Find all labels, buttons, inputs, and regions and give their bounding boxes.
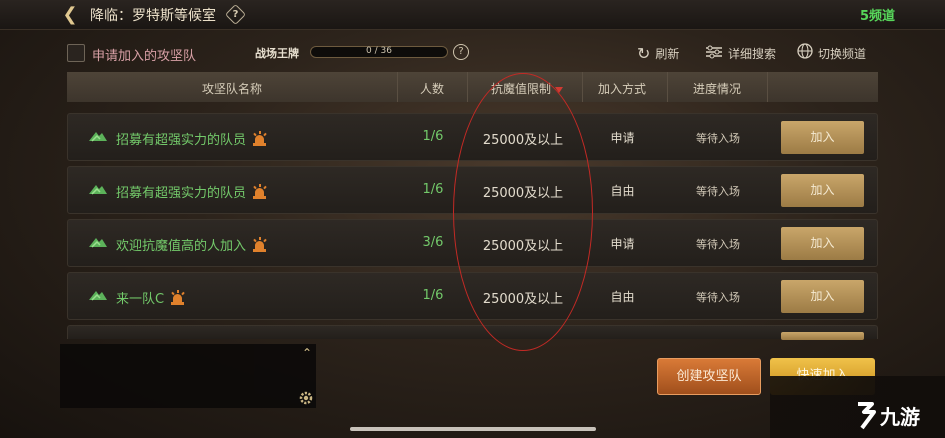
team-emblem-icon xyxy=(89,132,107,142)
globe-icon xyxy=(797,43,813,63)
team-name-text: 招募有超强实力的队员 xyxy=(116,133,247,148)
team-name-text: 招募有超强实力的队员 xyxy=(116,186,247,201)
member-count: 3/6 xyxy=(422,235,444,250)
refresh-label: 刷新 xyxy=(655,46,680,61)
back-arrow-icon[interactable]: ❮ xyxy=(58,4,82,26)
trump-progress-bar: 0 / 36 xyxy=(310,46,448,58)
table-row-partial xyxy=(67,325,878,340)
sliders-icon xyxy=(705,44,723,63)
team-name-text: 欢迎抗魔值高的人加入 xyxy=(116,239,247,254)
home-indicator[interactable] xyxy=(350,427,596,431)
siren-icon xyxy=(252,131,267,146)
header-divider xyxy=(667,72,668,102)
channel-indicator[interactable]: 5频道 xyxy=(860,5,895,24)
switch-channel-button[interactable]: 切换频道 xyxy=(797,43,867,63)
chat-box[interactable]: ⌃ xyxy=(60,344,316,408)
team-name-text: 来一队C xyxy=(116,292,165,307)
col-count: 人数 xyxy=(419,82,444,96)
member-count: 1/6 xyxy=(422,129,444,144)
join-button[interactable]: 加入 xyxy=(781,121,864,154)
siren-icon xyxy=(252,237,267,252)
chevron-up-icon[interactable]: ⌃ xyxy=(302,346,312,360)
battlefield-trump-label: 战场王牌 xyxy=(255,47,299,60)
progress-status: 等待入场 xyxy=(696,132,740,145)
detail-search-label: 详细搜索 xyxy=(728,46,777,61)
join-mode: 自由 xyxy=(610,290,635,304)
team-emblem-icon xyxy=(89,238,107,248)
team-name: 欢迎抗魔值高的人加入 xyxy=(116,235,267,254)
watermark-text: 九游 xyxy=(879,405,920,429)
help-icon[interactable]: ? xyxy=(224,3,247,26)
annotation-ellipse xyxy=(453,73,593,351)
help-icon-label: ? xyxy=(232,9,239,20)
join-button[interactable]: 加入 xyxy=(781,227,864,260)
siren-icon xyxy=(170,290,185,305)
header-divider xyxy=(767,72,768,102)
member-count: 1/6 xyxy=(422,182,444,197)
room-title: 降临：罗特斯等候室 xyxy=(90,8,216,24)
header-divider xyxy=(467,72,468,102)
progress-status: 等待入场 xyxy=(696,291,740,304)
team-emblem-icon xyxy=(89,185,107,195)
team-name: 来一队C xyxy=(116,288,185,307)
jiuyou-watermark-logo: 九游 xyxy=(852,398,942,434)
col-team-name: 攻坚队名称 xyxy=(201,82,262,96)
join-button[interactable]: 加入 xyxy=(781,174,864,207)
siren-icon xyxy=(252,184,267,199)
trump-info-icon[interactable]: ? xyxy=(453,44,469,60)
member-count: 1/6 xyxy=(422,288,444,303)
refresh-icon: ↻ xyxy=(637,43,651,63)
apply-filter-checkbox[interactable] xyxy=(67,44,85,62)
apply-filter-label[interactable]: 申请加入的攻坚队 xyxy=(92,45,196,64)
gear-icon[interactable] xyxy=(298,390,314,406)
join-mode: 自由 xyxy=(610,184,635,198)
top-bar: ❮ 降临：罗特斯等候室 ? 5频道 xyxy=(0,0,945,30)
join-mode: 申请 xyxy=(610,237,635,251)
progress-status: 等待入场 xyxy=(696,185,740,198)
header-divider xyxy=(397,72,398,102)
detail-search-button[interactable]: 详细搜索 xyxy=(705,44,776,62)
col-mode: 加入方式 xyxy=(597,82,646,96)
team-name: 招募有超强实力的队员 xyxy=(116,182,267,201)
team-name: 招募有超强实力的队员 xyxy=(116,129,267,148)
create-team-button[interactable]: 创建攻坚队 xyxy=(657,358,761,395)
table-header: 攻坚队名称 人数 抗魔值限制 加入方式 进度情况 xyxy=(67,72,878,102)
join-button-partial[interactable] xyxy=(781,332,864,340)
col-progress: 进度情况 xyxy=(692,82,741,96)
join-mode: 申请 xyxy=(610,131,635,145)
switch-channel-label: 切换频道 xyxy=(818,46,867,61)
refresh-button[interactable]: ↻ 刷新 xyxy=(637,43,680,63)
progress-status: 等待入场 xyxy=(696,238,740,251)
join-button[interactable]: 加入 xyxy=(781,280,864,313)
trump-progress-text: 0 / 36 xyxy=(366,46,392,56)
team-emblem-icon xyxy=(89,291,107,301)
